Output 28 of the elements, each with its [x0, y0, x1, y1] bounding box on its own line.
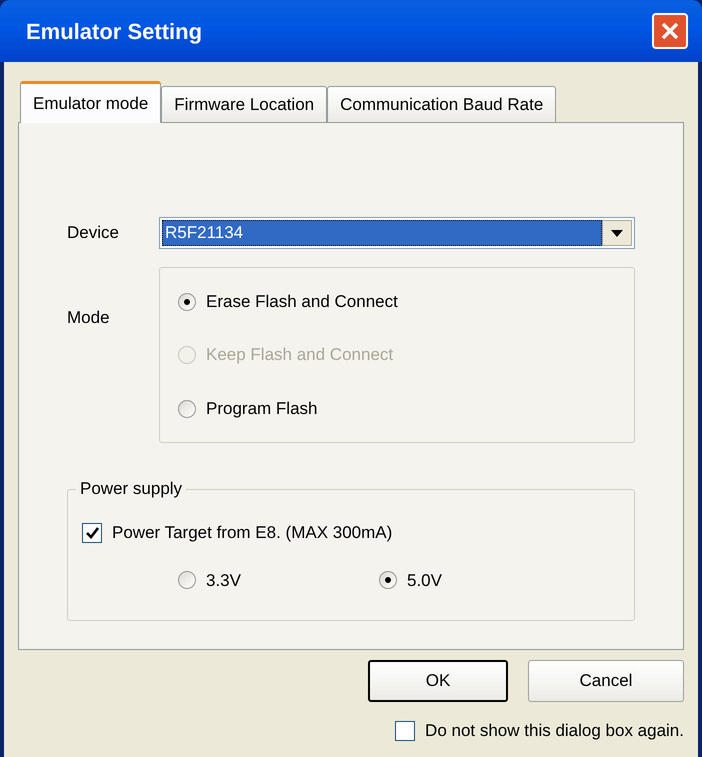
radio-label: Program Flash — [206, 398, 318, 420]
device-label: Device — [67, 222, 120, 244]
radio-label: Erase Flash and Connect — [206, 290, 398, 313]
device-dropdown[interactable]: R5F21134 — [159, 217, 635, 249]
tab[interactable]: Firmware Location — [161, 86, 328, 122]
tab[interactable]: Emulator mode — [20, 81, 162, 123]
radio-label: 3.3V — [206, 570, 241, 592]
tab[interactable]: Communication Baud Rate — [327, 86, 556, 122]
radio-label: Keep Flash and Connect — [206, 344, 394, 366]
device-value: R5F21134 — [162, 220, 602, 246]
radio-button[interactable] — [378, 571, 397, 590]
checkbox[interactable] — [82, 522, 102, 543]
dropdown-button[interactable] — [602, 220, 632, 246]
close-icon — [660, 21, 680, 41]
radio-button[interactable] — [178, 571, 196, 590]
check-mark-icon — [86, 526, 98, 539]
window-title: Emulator Setting — [26, 18, 202, 46]
radio-button[interactable] — [178, 400, 196, 418]
radio-label: 5.0V — [406, 570, 442, 592]
caret-icon — [611, 230, 623, 236]
checkbox-label: Power Target from E8. (MAX 300mA) — [112, 522, 392, 544]
dialog-button[interactable]: OK — [368, 660, 508, 702]
checkbox[interactable] — [395, 720, 416, 741]
close-button[interactable] — [652, 13, 688, 49]
checkbox-label: Do not show this dialog box again. — [425, 720, 684, 742]
dialog-button[interactable]: Cancel — [528, 660, 684, 702]
mode-label: Mode — [67, 307, 111, 329]
radio-button[interactable] — [178, 292, 196, 310]
